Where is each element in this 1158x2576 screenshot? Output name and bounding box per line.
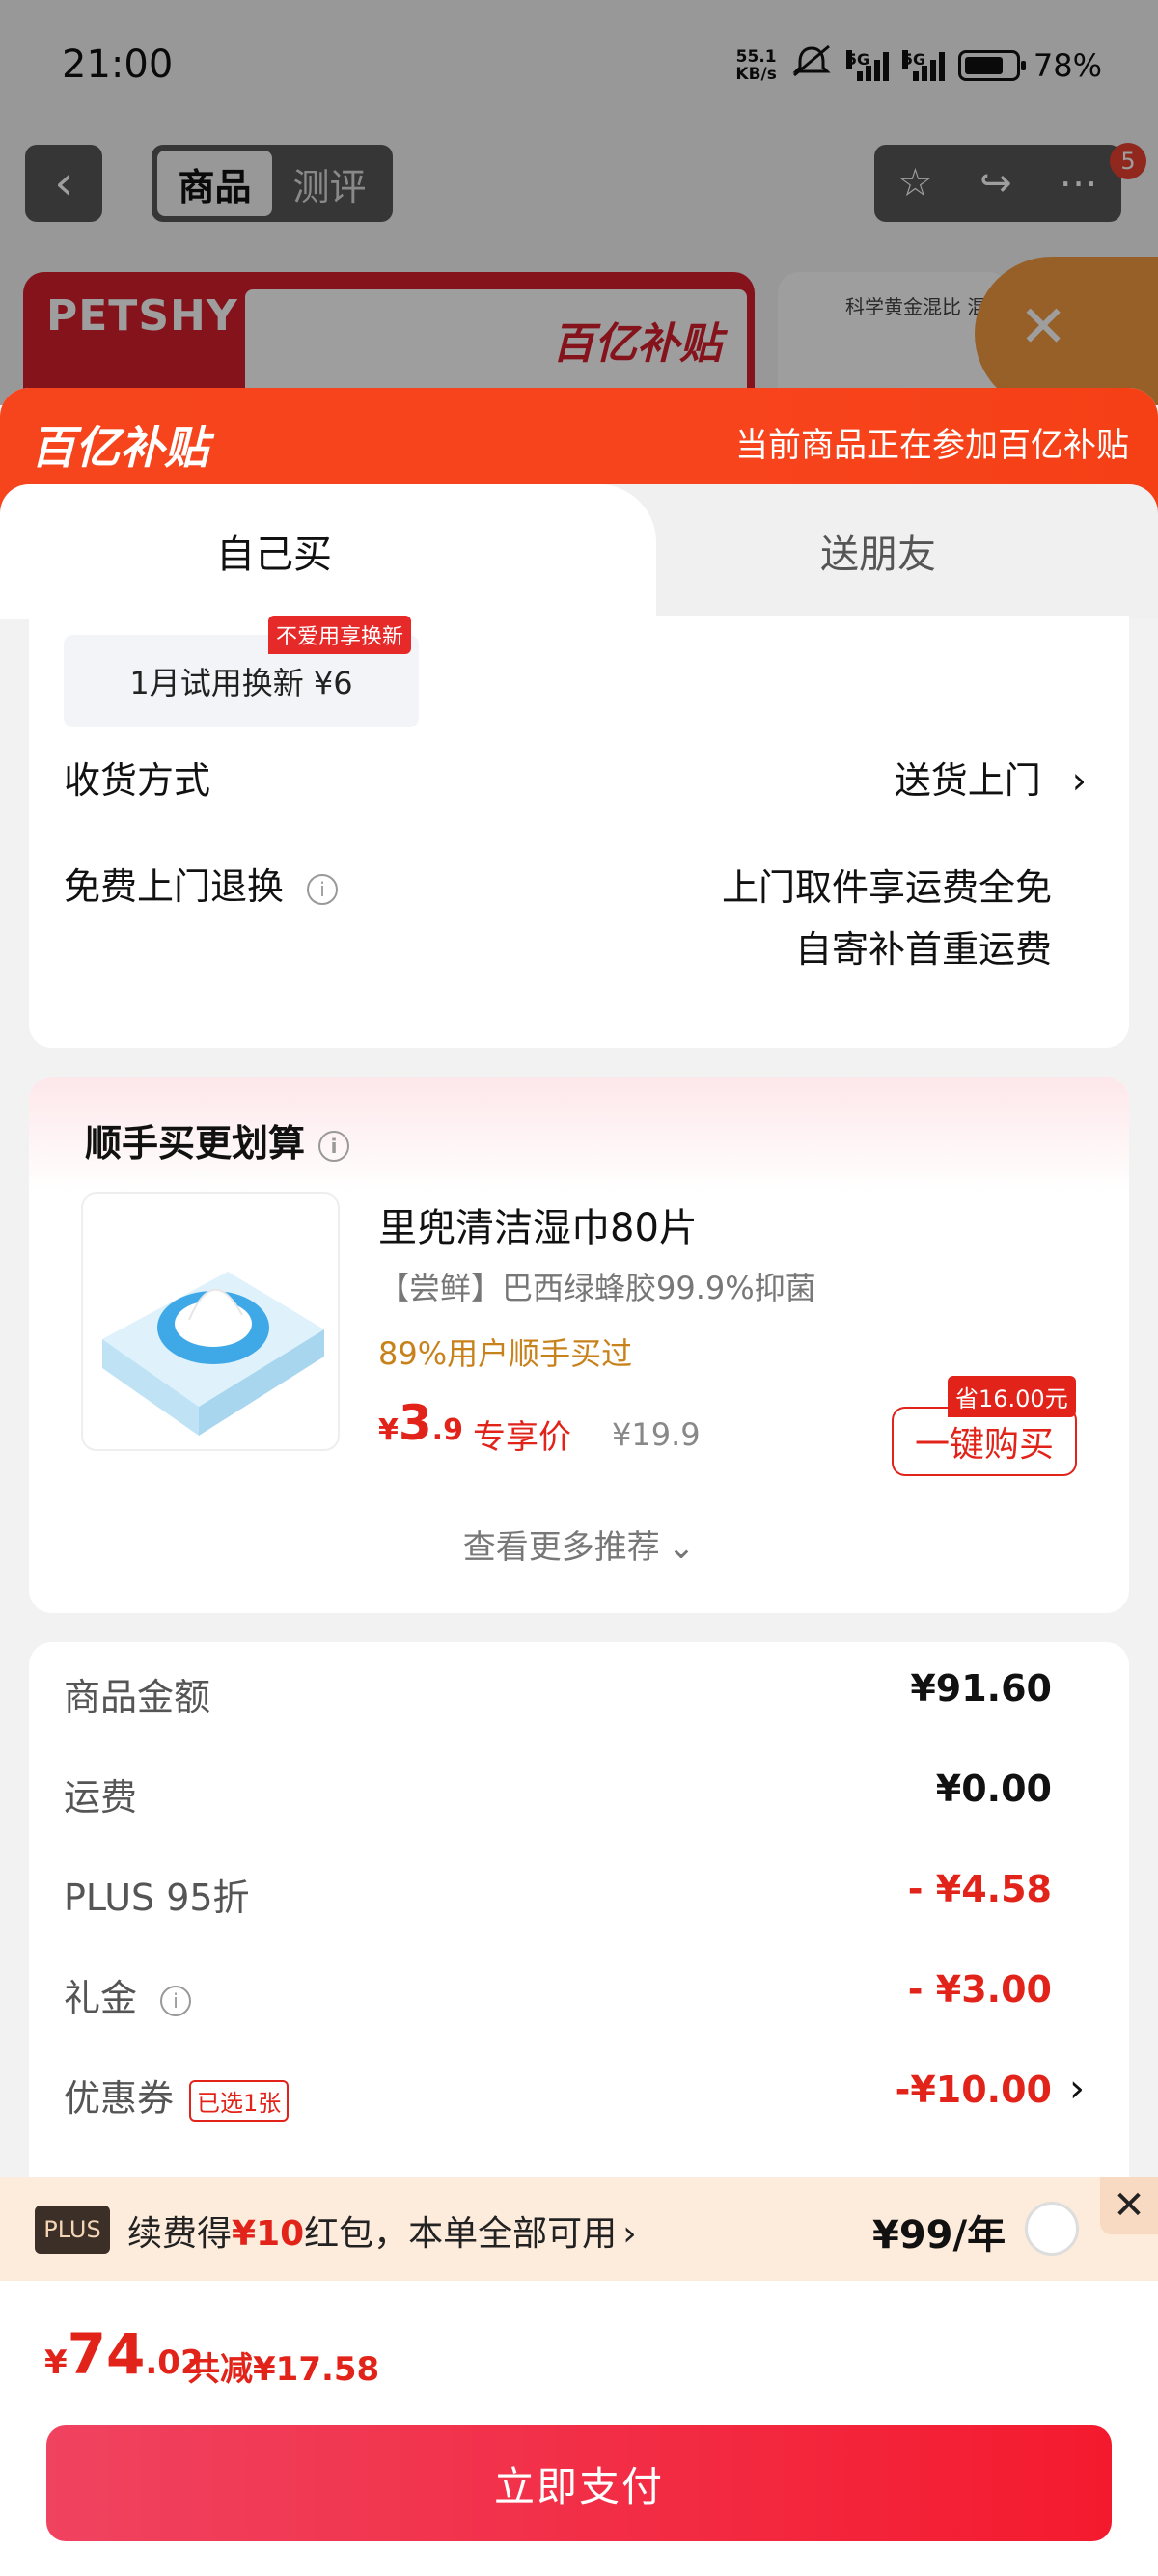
overlay-dim[interactable] xyxy=(0,0,1158,405)
info-icon[interactable]: i xyxy=(318,1130,350,1162)
chevron-right-icon: › xyxy=(622,2214,637,2254)
service-card: 1月试用换新 ¥6 不爱用享换新 收货方式 送货上门 › 免费上门退换 i 上门取… xyxy=(29,616,1129,1048)
summary-value: - ¥3.00 xyxy=(907,1968,1052,2011)
product-price: ¥3.9 xyxy=(378,1395,463,1451)
total-price: ¥74.02 xyxy=(44,2321,204,2387)
summary-value: ¥0.00 xyxy=(935,1768,1052,1810)
tab-buy-self[interactable]: 自己买 xyxy=(0,484,608,619)
product-name[interactable]: 里兜清洁湿巾80片 xyxy=(378,1196,698,1252)
trial-tag: 不爱用享换新 xyxy=(268,616,412,654)
order-tabs: 送朋友 自己买 xyxy=(0,484,1158,619)
product-desc: 【尝鲜】巴西绿蜂胶99.9%抑菌 xyxy=(378,1270,816,1306)
info-icon[interactable]: i xyxy=(307,873,339,905)
addon-title: 顺手买更划算 i xyxy=(85,1113,350,1166)
coupon-value[interactable]: -¥10.00 xyxy=(896,2069,1052,2111)
delivery-label: 收货方式 xyxy=(64,759,211,802)
pay-now-button[interactable]: 立即支付 xyxy=(46,2425,1112,2541)
chevron-down-icon: ⌄ xyxy=(667,1528,696,1567)
more-recommendations[interactable]: 查看更多推荐 ⌄ xyxy=(29,1521,1129,1568)
order-summary: 商品金额 ¥91.60 运费 ¥0.00 PLUS 95折 - ¥4.58 礼金… xyxy=(29,1642,1129,2260)
promo-text: 当前商品正在参加百亿补贴 xyxy=(735,426,1129,465)
summary-label: 运费 xyxy=(64,1776,138,1819)
plus-price: ¥99/年 xyxy=(872,2213,1006,2258)
original-price: ¥19.9 xyxy=(612,1416,701,1453)
product-buy-stat: 89%用户顺手买过 xyxy=(378,1335,633,1372)
gift-money-row: 礼金 i xyxy=(64,1968,192,2021)
exclusive-price-label: 专享价 xyxy=(473,1418,571,1457)
summary-value: ¥91.60 xyxy=(910,1667,1052,1710)
total-saving: 共减¥17.58 xyxy=(187,2350,380,2389)
product-image[interactable] xyxy=(81,1192,340,1451)
chevron-right-icon: › xyxy=(1071,759,1087,802)
chevron-right-icon[interactable]: › xyxy=(1069,2067,1085,2111)
info-icon[interactable]: i xyxy=(160,1985,192,2016)
promo-logo: 百亿补贴 xyxy=(31,422,208,474)
delivery-method[interactable]: 送货上门 › xyxy=(895,751,1087,804)
plus-offer[interactable]: 续费得¥10红包，本单全部可用 › xyxy=(127,2206,637,2256)
save-tag: 省16.00元 xyxy=(948,1376,1076,1417)
close-icon[interactable]: ✕ xyxy=(1100,2177,1158,2234)
plus-membership-bar: PLUS 续费得¥10红包，本单全部可用 › ¥99/年 ✕ xyxy=(0,2177,1158,2281)
summary-value: - ¥4.58 xyxy=(907,1868,1052,1910)
coupon-tag: 已选1张 xyxy=(189,2080,290,2122)
plus-badge: PLUS xyxy=(35,2206,110,2254)
free-return-value: 上门取件享运费全免 自寄补首重运费 xyxy=(721,866,1052,971)
background-product-page: 21:00 55.1 KB/s 5G 5G 78% ‹ 商品 测评 ☆ ↪ ⋯ … xyxy=(0,0,1158,405)
addon-card: 顺手买更划算 i 里兜清洁湿巾80片 【尝鲜】巴西绿蜂胶99.9%抑菌 89%用户… xyxy=(29,1077,1129,1613)
tab-gift[interactable]: 送朋友 xyxy=(579,484,1158,619)
checkout-bar: ¥74.02 共减¥17.58 立即支付 xyxy=(0,2281,1158,2576)
summary-label: PLUS 95折 xyxy=(64,1877,250,1919)
coupon-row[interactable]: 优惠券 已选1张 xyxy=(64,2069,290,2122)
summary-label: 商品金额 xyxy=(64,1676,211,1718)
checkout-sheet: 百亿补贴 当前商品正在参加百亿补贴 送朋友 自己买 1月试用换新 ¥6 不爱用享… xyxy=(0,388,1158,2576)
free-return-row: 免费上门退换 i xyxy=(64,857,339,910)
plus-radio[interactable] xyxy=(1025,2202,1079,2256)
